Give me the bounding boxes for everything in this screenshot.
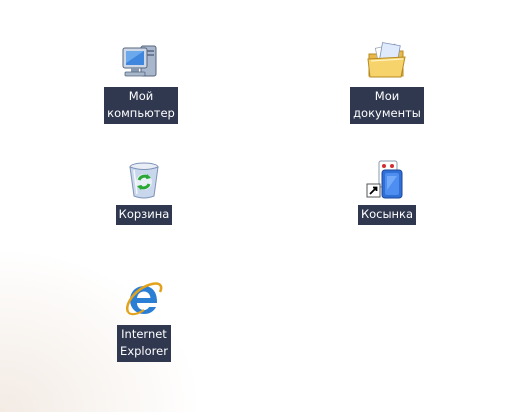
desktop-icon-my-computer[interactable]: Мой компьютер: [91, 40, 191, 124]
desktop-icon-label: Мой компьютер: [104, 87, 178, 124]
computer-icon: [122, 45, 157, 77]
desktop-icon-recycle-bin[interactable]: Корзина: [94, 158, 194, 225]
desktop-icon-label: Internet Explorer: [117, 325, 171, 362]
recycle-bin-icon: [129, 162, 159, 199]
desktop-icon-label: Мои документы: [350, 87, 424, 124]
desktop-icon-label: Косынка: [357, 205, 417, 225]
desktop-icon-label: Корзина: [115, 205, 173, 225]
solitaire-shortcut-icon: [366, 160, 403, 199]
desktop-icon-solitaire[interactable]: Косынка: [337, 158, 437, 225]
desktop: Мой компьютер Мои документы Корзина Косы…: [0, 0, 508, 412]
desktop-icon-internet-explorer[interactable]: Internet Explorer: [94, 278, 194, 362]
desktop-icon-my-documents[interactable]: Мои документы: [337, 40, 437, 124]
folder-documents-icon: [367, 42, 406, 78]
internet-explorer-icon: [125, 282, 163, 316]
